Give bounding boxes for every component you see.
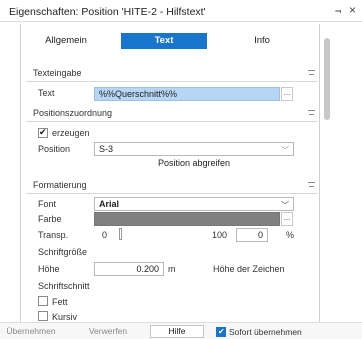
tab-text[interactable]: Text <box>121 33 207 49</box>
fett-label: Fett <box>52 297 68 307</box>
position-select-value: S-3 <box>99 144 114 154</box>
schriftgroesse-label: Schriftgröße <box>38 247 88 257</box>
farbe-label: Farbe <box>38 214 62 224</box>
font-select-value: Arial <box>99 199 120 209</box>
chevron-down-icon: ﹀ <box>281 146 289 155</box>
color-more-button[interactable]: ... <box>281 212 293 226</box>
erzeugen-label: erzeugen <box>52 128 90 138</box>
erzeugen-checkbox[interactable] <box>38 127 48 138</box>
collapse-icon[interactable] <box>308 110 315 117</box>
chevron-down-icon: ﹀ <box>281 201 289 210</box>
kursiv-checkbox[interactable] <box>38 311 48 321</box>
hoehe-label: Höhe <box>38 264 60 274</box>
color-swatch[interactable] <box>94 212 280 226</box>
title-bar: Eigenschaften: Position 'HITE-2 - Hilfst… <box>0 0 362 22</box>
position-select[interactable]: S-3 ﹀ <box>94 142 294 156</box>
section-formatierung-label: Formatierung <box>33 180 87 190</box>
section-positionszuordnung-label: Positionszuordnung <box>33 108 113 118</box>
font-select[interactable]: Arial ﹀ <box>94 197 294 211</box>
hilfe-button[interactable]: Hilfe <box>150 325 204 338</box>
fett-checkbox[interactable] <box>38 296 48 306</box>
schriftschnitt-label: Schriftschnitt <box>38 281 90 291</box>
footer-bar: Übernehmen Verwerfen Hilfe Sofort überne… <box>0 322 362 339</box>
transp-slider-thumb[interactable] <box>119 228 122 240</box>
pin-icon[interactable]: ⫬ <box>335 4 341 17</box>
scrollbar-thumb[interactable] <box>324 38 330 120</box>
transp-unit: % <box>286 230 295 240</box>
position-grab-button[interactable]: Position abgreifen <box>94 157 294 171</box>
verwerfen-button[interactable]: Verwerfen <box>84 325 132 338</box>
close-icon[interactable]: × <box>349 3 356 17</box>
transp-input[interactable]: 0 <box>236 228 268 242</box>
sofort-checkbox[interactable] <box>216 327 226 337</box>
position-label: Position <box>38 144 71 154</box>
collapse-icon[interactable] <box>308 70 315 77</box>
kursiv-label: Kursiv <box>52 312 78 322</box>
text-more-button[interactable]: ... <box>281 87 293 101</box>
collapse-icon[interactable] <box>308 182 315 189</box>
section-positionszuordnung[interactable]: Positionszuordnung <box>26 108 318 122</box>
tab-info[interactable]: Info <box>217 33 307 49</box>
text-label: Text <box>38 88 55 98</box>
sofort-label: Sofort übernehmen <box>229 327 302 337</box>
tab-allgemein[interactable]: Allgemein <box>21 33 111 49</box>
hoehe-unit: m <box>168 264 176 274</box>
section-texteingabe-label: Texteingabe <box>33 68 82 78</box>
transp-max-label: 100 <box>212 230 228 240</box>
transp-label: Transp. <box>38 230 69 240</box>
uebernehmen-button[interactable]: Übernehmen <box>6 325 56 338</box>
tab-bar: Allgemein Text Info <box>21 33 319 50</box>
section-formatierung[interactable]: Formatierung <box>26 180 318 194</box>
section-texteingabe[interactable]: Texteingabe <box>26 68 318 82</box>
window-title: Eigenschaften: Position 'HITE-2 - Hilfst… <box>9 6 206 18</box>
hoehe-description: Höhe der Zeichen <box>213 264 285 274</box>
transp-min-label: 0 <box>102 230 108 240</box>
hoehe-input[interactable]: 0.200 <box>94 262 164 276</box>
text-input[interactable]: %%Querschnitt%% <box>94 87 280 101</box>
font-label: Font <box>38 199 57 209</box>
